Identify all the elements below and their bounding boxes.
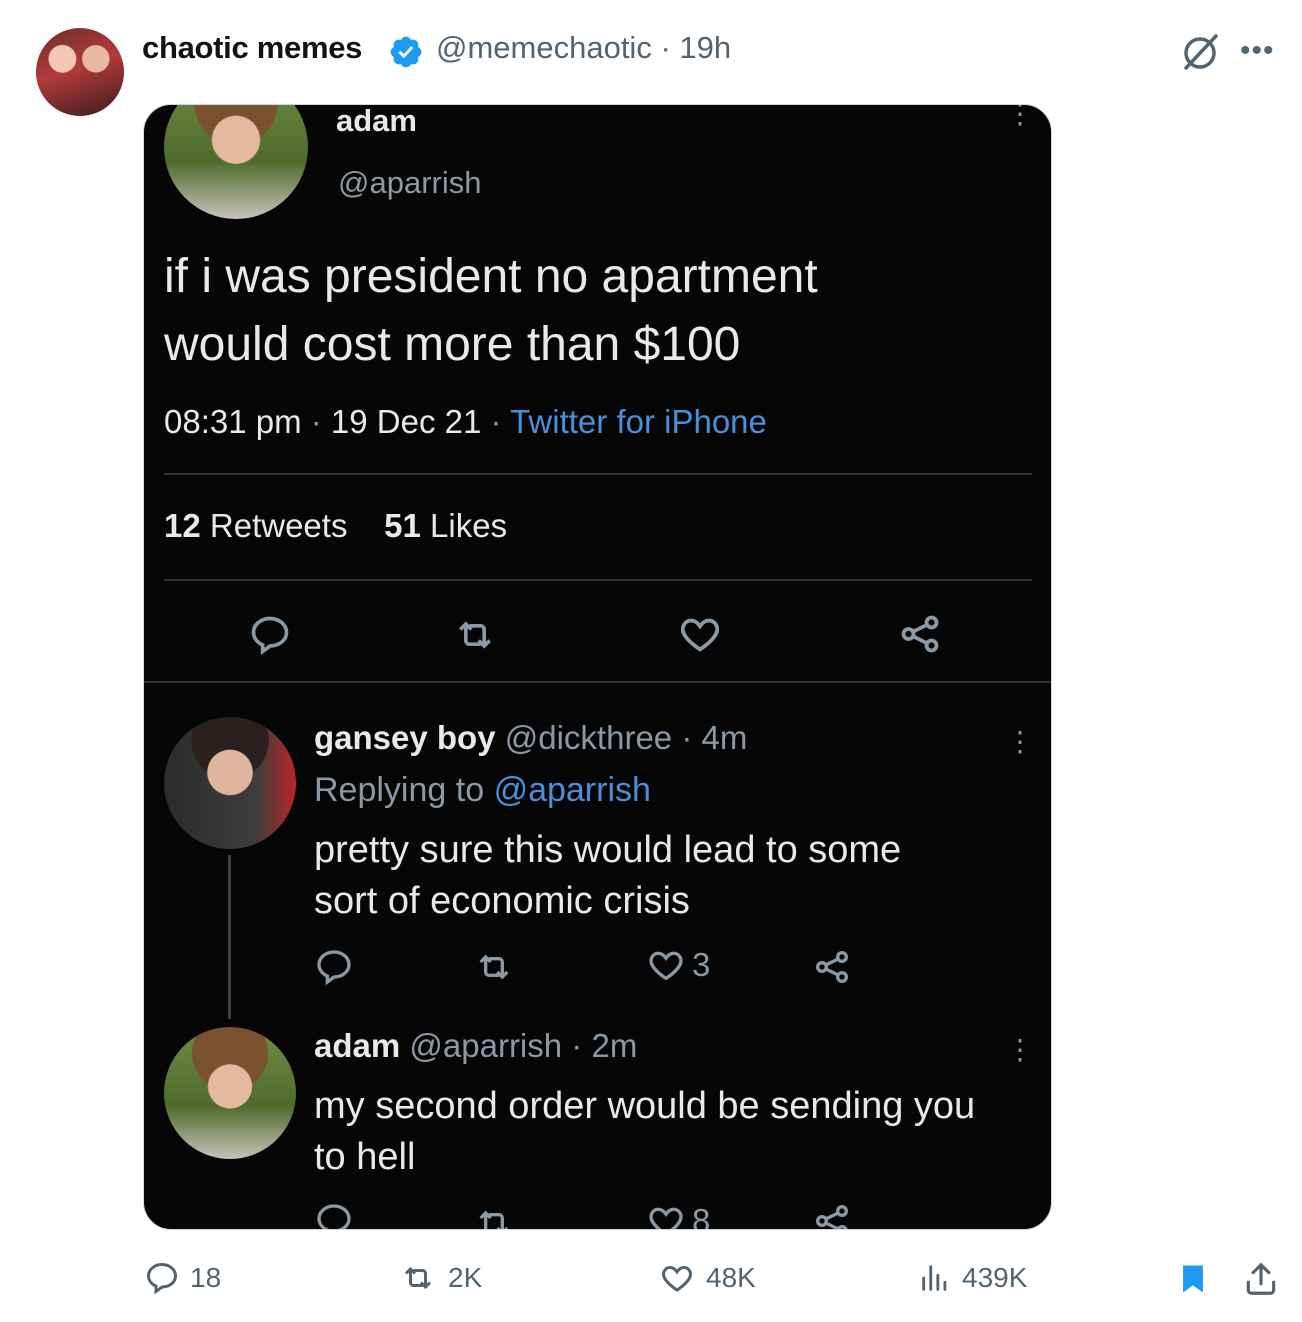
like-count: 48K — [706, 1262, 756, 1293]
tweet-time[interactable]: 19h — [679, 30, 731, 65]
reply1-like-count: 3 — [692, 946, 711, 983]
reply2-avatar — [164, 1027, 296, 1159]
embedded-source: Twitter for iPhone — [510, 403, 767, 440]
like-icon — [646, 945, 686, 985]
like-icon — [646, 1201, 686, 1229]
verified-badge-icon — [388, 34, 424, 70]
views-count: 439K — [962, 1262, 1028, 1293]
reply2-header: adam @aparrish · 2m — [314, 1027, 638, 1064]
embedded-meta: 08:31 pm · 19 Dec 21 · Twitter for iPhon… — [164, 403, 767, 440]
reply-icon — [314, 1201, 354, 1229]
like-icon — [658, 1260, 696, 1296]
reply2-like-count: 8 — [692, 1202, 711, 1230]
reply1-like: 3 — [646, 945, 710, 985]
likes-count: 51 — [384, 507, 421, 544]
repost-icon — [474, 947, 514, 987]
upload-icon[interactable] — [1242, 1260, 1280, 1298]
like-button[interactable]: 48K — [658, 1260, 756, 1296]
divider — [144, 681, 1051, 683]
retweets-label: Retweets — [209, 507, 348, 544]
reply-count: 18 — [190, 1262, 222, 1293]
share-icon — [812, 1201, 852, 1229]
reply-icon — [248, 613, 292, 657]
repost-icon — [398, 1260, 438, 1296]
reply-icon — [314, 947, 354, 987]
replying-handle: @aparrish — [493, 771, 651, 809]
reply-icon — [144, 1260, 180, 1296]
replying-to: Replying to @aparrish — [314, 771, 651, 810]
like-icon — [676, 611, 724, 657]
repost-button[interactable]: 2K — [398, 1260, 482, 1296]
author-handle[interactable]: @memechaotic — [436, 30, 652, 65]
reply2-like: 8 — [646, 1201, 711, 1230]
embedded-text-line: would cost more than $100 — [164, 318, 741, 371]
kebab-icon: ⋮ — [1006, 726, 1034, 757]
reply1-avatar — [164, 717, 296, 849]
thread-line — [228, 855, 231, 1019]
reply2-text-line: to hell — [314, 1136, 416, 1178]
reply2-text-line: my second order would be sending you — [314, 1085, 976, 1127]
more-icon[interactable]: ••• — [1240, 34, 1275, 68]
reply2-name: adam — [314, 1027, 401, 1064]
embedded-author-handle: @aparrish — [338, 165, 482, 200]
embedded-author-name: adam — [336, 104, 417, 138]
reply2-handle: @aparrish — [409, 1027, 563, 1064]
repost-icon — [452, 613, 498, 657]
embedded-tweet-text: if i was president no apartment would co… — [164, 243, 1034, 379]
reply1-name: gansey boy — [314, 719, 496, 756]
reply1-age: 4m — [701, 719, 748, 756]
author-name[interactable]: chaotic memes — [142, 30, 362, 66]
embedded-time: 08:31 pm — [164, 403, 302, 440]
repost-icon — [474, 1203, 514, 1229]
reply2-age: 2m — [591, 1027, 638, 1064]
grok-icon[interactable] — [1178, 30, 1222, 74]
repost-count: 2K — [448, 1262, 483, 1293]
reply1-header: gansey boy @dickthree · 4m — [314, 719, 748, 756]
embedded-date: 19 Dec 21 — [330, 403, 482, 440]
reply-button[interactable]: 18 — [144, 1260, 221, 1296]
embedded-avatar — [164, 105, 308, 219]
kebab-icon: ⋮ — [1006, 1034, 1034, 1065]
replying-prefix: Replying to — [314, 771, 485, 809]
embedded-text-line: if i was president no apartment — [164, 250, 818, 303]
likes-label: Likes — [430, 507, 508, 544]
divider — [164, 579, 1032, 581]
kebab-icon: ⋮ — [1006, 104, 1034, 129]
reply1-text: pretty sure this would lead to some sort… — [314, 825, 1034, 927]
author-handle-and-time: @memechaotic · 19h — [436, 30, 731, 66]
divider — [164, 473, 1032, 475]
reply2-text: my second order would be sending you to … — [314, 1081, 1044, 1183]
retweets-count: 12 — [164, 507, 201, 544]
views-icon — [918, 1260, 952, 1296]
reply1-text-line: sort of economic crisis — [314, 880, 690, 922]
embedded-stats: 12 Retweets 51 Likes — [164, 507, 507, 545]
author-avatar[interactable] — [36, 28, 124, 116]
bookmark-icon[interactable] — [1176, 1260, 1210, 1298]
tweet-media-image[interactable]: adam @aparrish ⋮ if i was president no a… — [143, 104, 1052, 1230]
reply1-text-line: pretty sure this would lead to some — [314, 829, 902, 871]
views-button[interactable]: 439K — [918, 1260, 1027, 1296]
share-icon — [812, 947, 852, 987]
reply1-handle: @dickthree — [504, 719, 673, 756]
share-icon — [896, 611, 944, 657]
separator: · — [660, 30, 671, 65]
